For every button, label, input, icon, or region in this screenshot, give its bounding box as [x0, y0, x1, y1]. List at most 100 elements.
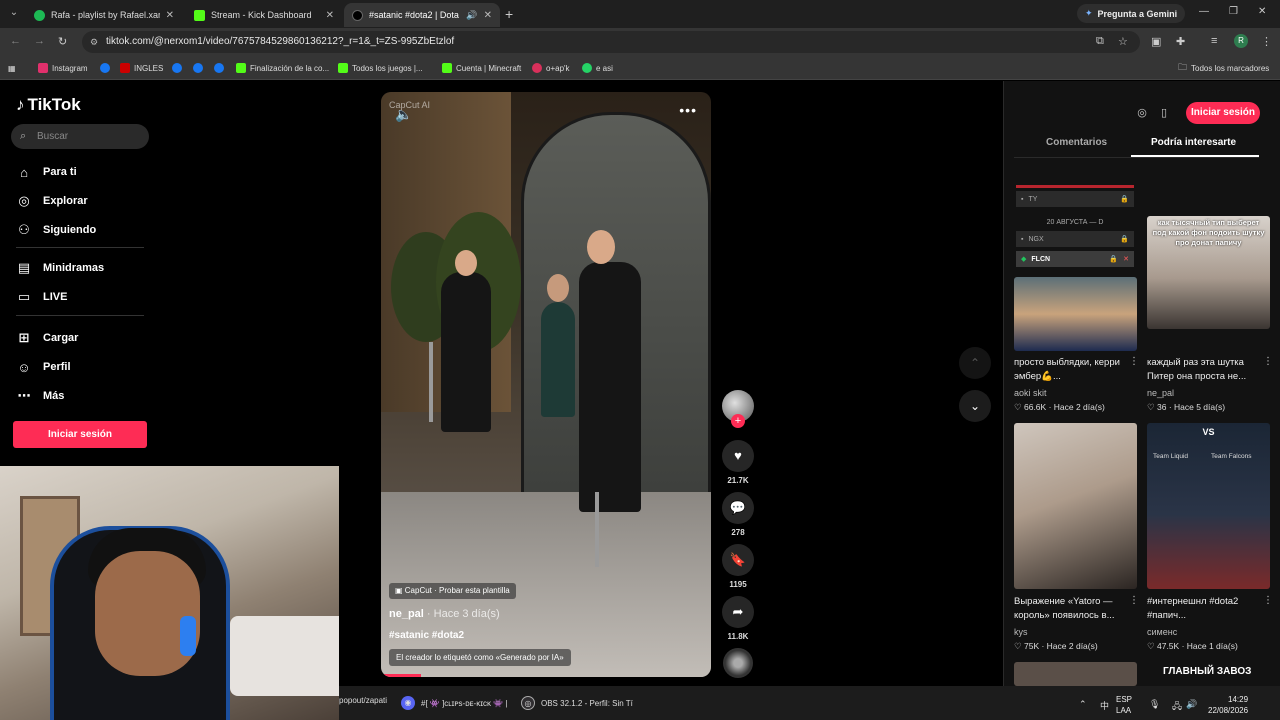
comment-button[interactable]: 💬 278 [722, 492, 754, 537]
back-icon[interactable]: ← [10, 35, 21, 47]
video-player[interactable]: 🔈 CapCut AI ••• ▣ CapCut · Probar esta p… [381, 92, 711, 677]
video-progress-bar[interactable] [381, 674, 421, 677]
nav-perfil[interactable]: ☺ Perfil [16, 358, 70, 376]
capcut-template-link[interactable]: ▣ CapCut · Probar esta plantilla [389, 583, 516, 599]
nav-mas[interactable]: ⋯ Más [16, 387, 65, 405]
taskbar-item-obs[interactable]: ◎ OBS 32.1.2 - Perfil: Sin Tí [521, 696, 633, 710]
nav-minidramas[interactable]: ▤ Minidramas [16, 259, 104, 277]
bookmark-instagram[interactable]: Instagram [38, 61, 88, 75]
video-thumbnail[interactable] [1014, 662, 1137, 686]
restore-icon[interactable]: ❐ [1229, 6, 1238, 17]
search-input[interactable]: ⌕ Buscar [11, 124, 149, 149]
speaker-icon[interactable]: 🔊 [466, 10, 477, 21]
comment-icon: 💬 [722, 492, 754, 524]
nav-para-ti[interactable]: ⌂ Para ti [16, 163, 77, 181]
kick-favicon-icon [194, 9, 205, 21]
network-icon[interactable]: 🖧 [1172, 699, 1182, 715]
bookmark-star-icon[interactable]: ☆ [1118, 35, 1128, 48]
card-author[interactable]: kys [1014, 627, 1028, 637]
tab-podria-interesarte[interactable]: Podría interesarte [1151, 137, 1236, 148]
video-author[interactable]: ne_pal · Hace 3 día(s) [389, 608, 500, 620]
bookmark-kick[interactable]: Finalización de la co... [236, 61, 329, 75]
tab-search-button[interactable]: ⌄ [6, 5, 22, 21]
save-button[interactable]: 🔖 1195 [722, 544, 754, 589]
video-thumbnail[interactable]: как тысячный тип выберет под какой фон п… [1147, 216, 1270, 329]
menu-kebab-icon[interactable]: ⋮ [1261, 35, 1272, 48]
video-thumbnail[interactable] [1014, 423, 1137, 589]
install-app-icon[interactable]: ⧉ [1096, 35, 1104, 48]
bookmark-whatsapp[interactable]: e asi [582, 61, 613, 75]
video-head [455, 250, 477, 276]
close-window-icon[interactable]: ✕ [1258, 6, 1266, 17]
browser-tab[interactable]: Stream - Kick Dashboard ✕ [186, 3, 342, 27]
card-more-icon[interactable]: ⋮ [1129, 356, 1139, 367]
card-author[interactable]: ne_pal [1147, 388, 1174, 398]
language-indicator[interactable]: ESP LAA [1116, 694, 1132, 716]
media-icon[interactable]: ▣ [1151, 35, 1161, 48]
all-bookmarks-folder[interactable]: 🗀 Todos los marcadores [1178, 61, 1269, 75]
video-thumbnail[interactable] [1014, 277, 1137, 351]
taskbar-item-discord[interactable]: ◉ #[ 👾 ]ᴄʟɪᴘs-ᴅᴇ-ᴋɪᴄᴋ 👾 | [401, 696, 508, 710]
bookmark-facebook[interactable] [193, 61, 203, 75]
ime-icon[interactable]: 中 [1100, 699, 1109, 712]
tiktok-logo[interactable]: ♪ TikTok [16, 95, 81, 115]
bookmark-facebook[interactable] [214, 61, 224, 75]
profile-avatar[interactable]: R [1234, 34, 1248, 48]
microphone-icon[interactable]: 🎙 [1149, 699, 1160, 710]
browser-tab[interactable]: Rafa - playlist by Rafael.xared | ✕ [26, 3, 182, 27]
like-button[interactable]: ♥ 21.7K [722, 440, 754, 485]
nav-live[interactable]: ▭ LIVE [16, 288, 68, 306]
activity-icon[interactable]: ◎ [1132, 103, 1152, 123]
tab-close-icon[interactable]: ✕ [166, 10, 174, 21]
card-title[interactable]: каждый раз эта шутка Питер она проста не… [1147, 356, 1267, 384]
tab-close-icon[interactable]: ✕ [326, 10, 334, 21]
card-author[interactable]: сименс [1147, 627, 1177, 637]
card-title[interactable]: #интернешнл #dota2 #папич... [1147, 595, 1267, 623]
bookmark-ingles[interactable]: INGLES [120, 61, 163, 75]
video-thumbnail[interactable]: VS Team Liquid Team Falcons [1147, 423, 1270, 589]
system-clock[interactable]: 14:29 22/08/2026 [1208, 694, 1248, 716]
get-app-icon[interactable]: ▯ [1154, 103, 1174, 123]
card-author[interactable]: aoki skit [1014, 388, 1047, 398]
music-disc-icon[interactable] [723, 648, 753, 678]
forward-icon[interactable]: → [34, 35, 45, 47]
next-video-chevron-down-icon[interactable]: ⌄ [959, 390, 991, 422]
login-button-top[interactable]: Iniciar sesión [1186, 102, 1260, 124]
bookmark-kick[interactable]: Cuenta | Minecraft [442, 61, 521, 75]
reload-icon[interactable]: ↻ [58, 35, 67, 48]
tray-chevron-up-icon[interactable]: ⌃ [1079, 699, 1087, 710]
reading-list-icon[interactable]: ≡ [1211, 35, 1217, 47]
nav-explorar[interactable]: ◎ Explorar [16, 192, 87, 210]
gemini-button[interactable]: ✦ Pregunta a Gemini [1077, 4, 1186, 23]
tab-close-icon[interactable]: ✕ [484, 10, 492, 21]
browser-tab-active[interactable]: #satanic #dota2 | Dota 2 | Ti 🔊 ✕ [344, 3, 500, 27]
bookmark-facebook[interactable] [172, 61, 182, 75]
team-icon: ▪ [1021, 195, 1024, 203]
address-bar[interactable]: ⚙ tiktok.com/@nerxom1/video/767578452986… [82, 31, 1140, 53]
apps-grid-icon[interactable]: ▦ [8, 61, 16, 75]
site-info-icon[interactable]: ⚙ [90, 31, 98, 53]
bookmark-facebook[interactable] [100, 61, 110, 75]
minimize-icon[interactable]: — [1199, 6, 1209, 17]
new-tab-button[interactable]: + [505, 6, 513, 22]
video-hashtags[interactable]: #satanic #dota2 [389, 630, 464, 641]
tab-comentarios[interactable]: Comentarios [1046, 137, 1107, 148]
nav-siguiendo[interactable]: ⚇ Siguiendo [16, 221, 96, 239]
card-likes: 36 [1156, 402, 1167, 412]
card-title[interactable]: просто выблядки, керри эмбер💪... [1014, 356, 1134, 384]
volume-tray-icon[interactable]: 🔊 [1186, 699, 1197, 710]
card-title[interactable]: Выражение «Yatoro — король» появилось в.… [1014, 595, 1134, 623]
bookmark-kick[interactable]: Todos los juegos |... [338, 61, 423, 75]
card-more-icon[interactable]: ⋮ [1263, 595, 1273, 606]
nav-cargar[interactable]: ⊞ Cargar [16, 329, 79, 347]
more-options-icon[interactable]: ••• [679, 102, 697, 118]
extensions-icon[interactable]: ✚ [1176, 35, 1185, 48]
card-more-icon[interactable]: ⋮ [1263, 356, 1273, 367]
share-button[interactable]: ➦ 11.8K [722, 596, 754, 641]
follow-plus-icon[interactable]: + [731, 414, 745, 428]
login-button[interactable]: Iniciar sesión [13, 421, 147, 448]
previous-video-chevron-up-icon[interactable]: ⌃ [959, 347, 991, 379]
bookmark-apk[interactable]: o+ap'k [532, 61, 570, 75]
taskbar-item[interactable]: popout/zapati [339, 696, 387, 705]
card-more-icon[interactable]: ⋮ [1129, 595, 1139, 606]
